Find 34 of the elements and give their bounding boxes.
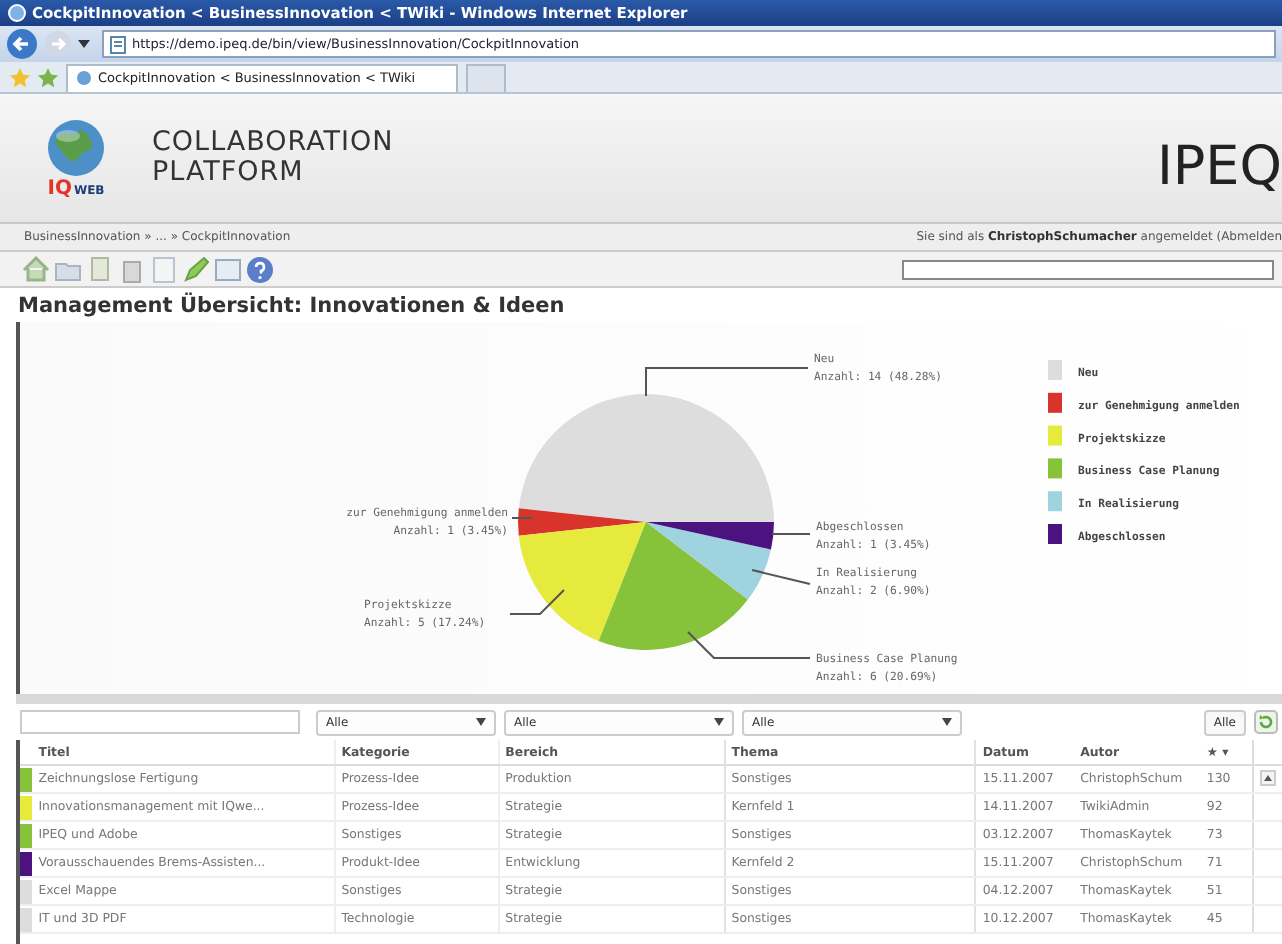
splitter-handle[interactable] (16, 694, 1282, 704)
legend-swatch (1048, 458, 1062, 479)
filter-field[interactable] (20, 710, 300, 734)
leader-line (751, 569, 811, 585)
globe-icon (42, 117, 110, 177)
platform-title: COLLABORATION (152, 128, 394, 158)
refresh-icon[interactable] (1254, 710, 1278, 734)
legend-swatch (1048, 524, 1062, 544)
dropdown-icon (942, 718, 952, 726)
scroll-up-icon[interactable] (1260, 769, 1277, 785)
favorites-star-icon[interactable] (10, 67, 30, 87)
brand-name: IPEQ (1156, 138, 1282, 198)
home-icon[interactable] (22, 255, 50, 283)
legend-swatch (1048, 491, 1062, 512)
window-icon[interactable] (214, 255, 242, 283)
browser-icon (8, 4, 26, 22)
leader-line (509, 589, 565, 615)
dropdown-icon (714, 718, 724, 726)
new-tab-button[interactable] (465, 63, 506, 91)
leader-line (511, 517, 533, 519)
page-heading: Management Übersicht: Innovationen & Ideen (16, 290, 567, 322)
document-icon[interactable] (86, 255, 114, 283)
search-field[interactable] (902, 259, 1274, 279)
leader-line (687, 631, 811, 659)
leader-line (771, 533, 811, 535)
platform-title: PLATFORM (152, 158, 306, 188)
legend-swatch (1048, 392, 1062, 413)
add-favorite-icon[interactable] (38, 67, 58, 87)
legend-swatch (1048, 425, 1062, 446)
dropdown-icon (476, 718, 486, 726)
back-icon[interactable] (6, 28, 38, 60)
help-icon[interactable] (246, 255, 274, 283)
dropdown-icon[interactable] (78, 40, 90, 48)
legend-swatch (1048, 360, 1062, 380)
